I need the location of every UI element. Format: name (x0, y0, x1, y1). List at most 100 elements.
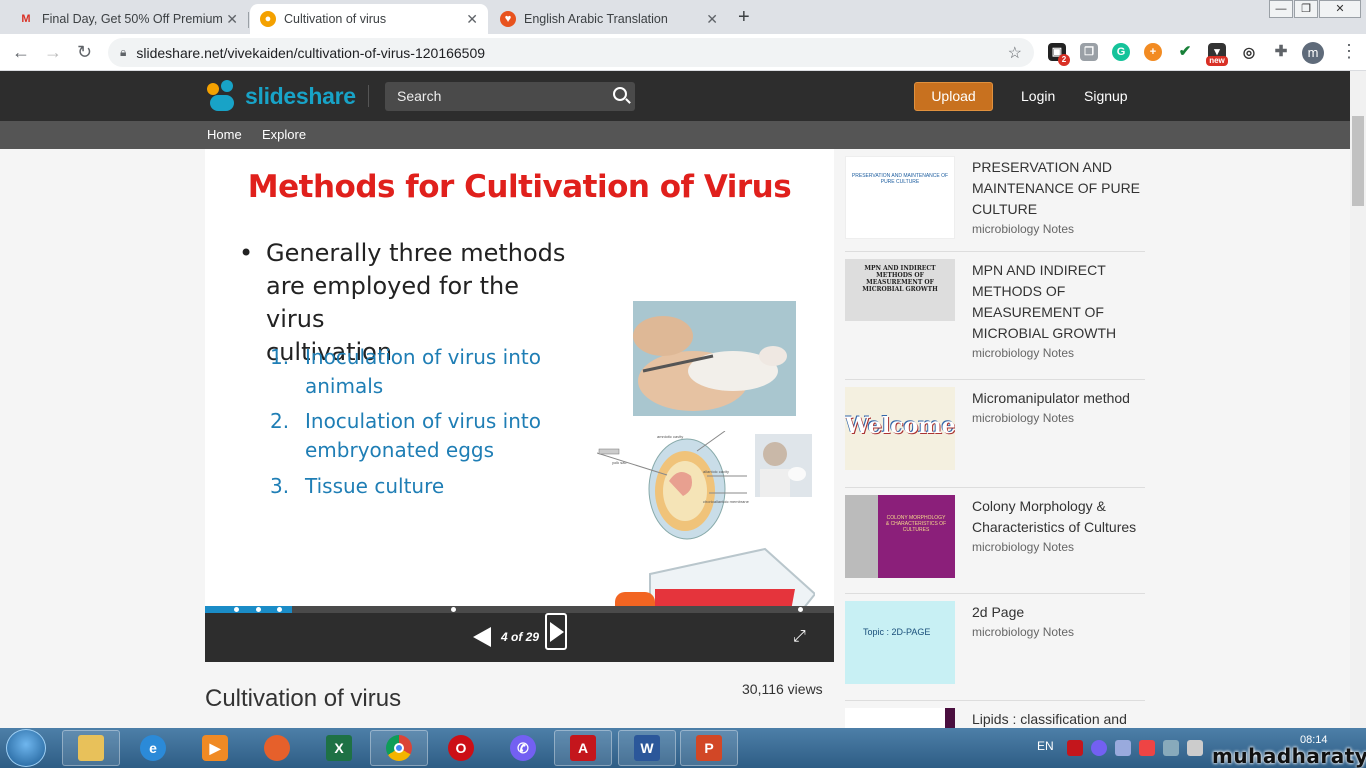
windows-taskbar: e ▶ X O ✆ A W P EN 08:14 (0, 728, 1366, 768)
related-title: Lipids : classification and (972, 711, 1127, 727)
upload-button[interactable]: Upload (914, 82, 993, 111)
related-item[interactable]: COLONY MORPHOLOGY & CHARACTERISTICS OF C… (845, 488, 1145, 594)
tab-strip: M Final Day, Get 50% Off Premium ✕ ● Cul… (0, 0, 1366, 34)
mouse-injection-image (633, 301, 796, 416)
bookmark-star-icon[interactable]: ☆ (1008, 43, 1022, 63)
close-icon[interactable]: ✕ (466, 11, 478, 28)
logo-icon (207, 79, 241, 113)
profile-avatar[interactable]: m (1302, 42, 1324, 64)
progress-marker (234, 607, 239, 612)
next-slide-icon[interactable] (545, 613, 567, 650)
page-scrollbar[interactable] (1350, 71, 1366, 728)
signup-link[interactable]: Signup (1084, 88, 1128, 104)
tab-title: Final Day, Get 50% Off Premium (42, 12, 223, 26)
forward-icon[interactable]: → (44, 42, 62, 63)
egg-label: allantoic cavity (703, 469, 729, 474)
progress-marker (256, 607, 261, 612)
previous-slide-icon[interactable] (473, 627, 491, 647)
minimize-button[interactable]: — (1269, 0, 1293, 18)
related-thumbnail: Topic : 2D-PAGE (845, 601, 955, 684)
taskbar-powerpoint[interactable]: P (680, 730, 738, 766)
slideshare-logo[interactable]: slideshare (207, 79, 356, 113)
taskbar-media-player[interactable]: ▶ (186, 730, 244, 766)
close-icon[interactable]: ✕ (226, 11, 238, 28)
related-item[interactable]: Lipids : classification and (845, 701, 1145, 728)
progress-marker (277, 607, 282, 612)
taskbar-chrome[interactable] (370, 730, 428, 766)
start-button[interactable] (6, 729, 46, 767)
login-link[interactable]: Login (1021, 88, 1055, 104)
nav-explore[interactable]: Explore (262, 127, 306, 142)
tray-acrobat-icon[interactable] (1067, 740, 1083, 756)
method-item-3: 3. Tissue culture (270, 474, 445, 498)
taskbar-word[interactable]: W (618, 730, 676, 766)
search-icon[interactable] (613, 87, 627, 101)
logo-text: slideshare (245, 82, 356, 109)
word-icon: W (634, 735, 660, 761)
address-bar[interactable]: 🔒︎ slideshare.net/vivekaiden/cultivation… (108, 38, 1034, 67)
browser-toolbar: ← → ↻ 🔒︎ slideshare.net/vivekaiden/culti… (0, 34, 1366, 71)
close-icon[interactable]: ✕ (706, 11, 718, 28)
translate-icon: ♥ (500, 11, 516, 27)
scrollbar-thumb[interactable] (1352, 116, 1364, 206)
restore-button[interactable]: ❐ (1294, 0, 1318, 18)
related-item[interactable]: PRESERVATION AND MAINTENANCE OF PURE CUL… (845, 149, 1145, 252)
tissue-culture-flask-image (615, 547, 815, 606)
tab-gmail[interactable]: M Final Day, Get 50% Off Premium ✕ (8, 4, 249, 34)
taskbar-opera[interactable]: O (432, 730, 490, 766)
viber-icon: ✆ (510, 735, 536, 761)
taskbar-internet-explorer[interactable]: e (124, 730, 182, 766)
tray-device-icon[interactable] (1163, 740, 1179, 756)
taskbar-excel[interactable]: X (310, 730, 368, 766)
related-item[interactable]: Topic : 2D-PAGE 2d Page microbiology Not… (845, 594, 1145, 701)
sub-navigation: Home Explore (0, 121, 1350, 149)
site-header: slideshare Search Upload Login Signup (0, 71, 1350, 121)
taskbar-explorer[interactable] (62, 730, 120, 766)
embryonated-egg-diagram: amniotic cavity yolk sac allantoic cavit… (597, 431, 750, 540)
related-item[interactable]: Welcome Micromanipulator method microbio… (845, 380, 1145, 488)
document-title: Cultivation of virus (205, 685, 402, 712)
divider (368, 85, 369, 107)
related-title: Micromanipulator method microbiology Not… (972, 390, 1130, 425)
tab-translation[interactable]: ♥ English Arabic Translation ✕ (490, 4, 728, 34)
taskbar-acrobat[interactable]: A (554, 730, 612, 766)
tray-network-icon[interactable] (1115, 740, 1131, 756)
tray-shield-icon[interactable] (1139, 740, 1155, 756)
grammarly-icon[interactable]: G (1112, 43, 1130, 61)
internet-explorer-icon: e (140, 735, 166, 761)
puzzle-icon[interactable]: ✚ (1272, 43, 1290, 61)
new-tab-button[interactable]: + (738, 6, 750, 29)
related-item[interactable]: MPN AND INDIRECT METHODS OF MEASUREMENT … (845, 252, 1145, 380)
related-thumbnail: MPN AND INDIRECT METHODS OF MEASUREMENT … (845, 259, 955, 321)
related-title: MPN AND INDIRECT METHODS OF MEASUREMENT … (972, 262, 1117, 360)
related-thumbnail: COLONY MORPHOLOGY & CHARACTERISTICS OF C… (845, 495, 955, 578)
url-text: slideshare.net/vivekaiden/cultivation-of… (136, 44, 486, 61)
taskbar-viber[interactable]: ✆ (494, 730, 552, 766)
tray-usb-icon[interactable] (1187, 740, 1203, 756)
menu-icon[interactable]: ⋮ (1340, 41, 1358, 62)
powerpoint-icon: P (696, 735, 722, 761)
check-extension-icon[interactable]: ✔ (1176, 43, 1194, 61)
reload-icon[interactable]: ↻ (77, 42, 92, 63)
copy-extension-icon[interactable]: ❐ (1080, 43, 1098, 61)
new-badge: new (1206, 56, 1228, 66)
fullscreen-icon[interactable]: ⤢ (793, 628, 806, 646)
lock-icon: 🔒︎ (120, 45, 127, 59)
firefox-icon (264, 735, 290, 761)
taskbar-firefox[interactable] (248, 730, 306, 766)
slide-viewer[interactable]: Methods for Cultivation of Virus General… (205, 149, 834, 606)
timer-extension-icon[interactable]: ◎ (1240, 43, 1258, 61)
language-indicator[interactable]: EN (1037, 739, 1054, 753)
tray-viber-icon[interactable] (1091, 740, 1107, 756)
back-icon[interactable]: ← (12, 42, 30, 63)
search-input[interactable]: Search (385, 82, 635, 111)
slide-progress-bar[interactable] (205, 606, 834, 613)
slide-title: Methods for Cultivation of Virus (247, 169, 792, 205)
egg-label: yolk sac (612, 460, 626, 465)
tab-cultivation[interactable]: ● Cultivation of virus ✕ (250, 4, 488, 34)
related-title: Colony Morphology & Characteristics of C… (972, 498, 1137, 554)
plus-extension-icon[interactable]: + (1144, 43, 1162, 61)
nav-home[interactable]: Home (207, 127, 242, 142)
progress-marker (798, 607, 803, 612)
close-window-button[interactable]: ✕ (1319, 0, 1361, 18)
